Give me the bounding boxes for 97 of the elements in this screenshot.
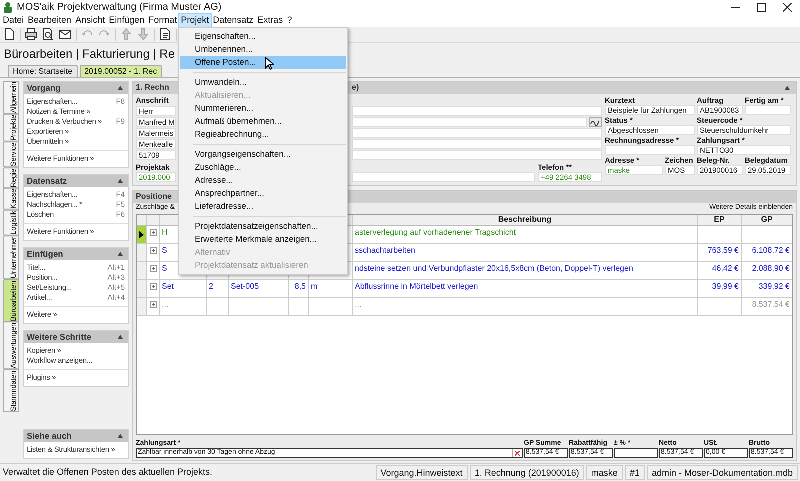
document-icon[interactable] <box>159 28 172 41</box>
menu-entry[interactable]: Ansprechpartner... <box>180 187 346 200</box>
expand-plus-icon[interactable] <box>150 229 156 236</box>
maximize-icon[interactable] <box>756 2 766 12</box>
table-cell: ... <box>355 300 362 309</box>
text-field[interactable] <box>352 117 587 127</box>
clear-icon[interactable] <box>515 450 520 456</box>
menu-item[interactable]: Einfügen <box>107 14 147 27</box>
section-title: Vorgang <box>27 82 61 94</box>
menu-item[interactable]: Format <box>146 14 180 27</box>
section-title: Weitere Schritte <box>27 330 92 344</box>
table-cell: 39,99 € <box>712 282 739 291</box>
table-cell: m <box>311 282 318 291</box>
menu-entry[interactable]: Projektdatensatzeigenschaften... <box>180 220 346 233</box>
text-field[interactable] <box>605 145 695 155</box>
text-field[interactable] <box>352 139 602 149</box>
menu-entry[interactable]: Regieabrechnung... <box>180 128 346 141</box>
table-cell: 2 <box>209 282 214 291</box>
signature-icon[interactable] <box>589 117 602 127</box>
status-pane: Vorgang.Hinweistext <box>376 465 468 480</box>
panel-title: 1. Rechn <box>136 82 170 94</box>
row-pointer-icon <box>139 230 144 238</box>
document-tab[interactable]: 2019.00052 - 1. Rec <box>80 65 162 77</box>
menu-entry[interactable]: Adresse... <box>180 174 346 187</box>
page-heading: Büroarbeiten | Fakturierung | Re <box>4 46 175 62</box>
menu-entry[interactable]: Aufmaß übernehmen... <box>180 115 346 128</box>
menu-entry[interactable]: Umwandeln... <box>180 76 346 89</box>
text-field[interactable] <box>352 106 602 116</box>
menu-item[interactable]: Datei <box>1 14 26 27</box>
expand-plus-icon[interactable] <box>150 283 156 290</box>
menu-entry[interactable]: Erweiterte Merkmale anzeigen... <box>180 233 346 246</box>
menu-entry[interactable]: Lieferadresse... <box>180 200 346 213</box>
text-field[interactable] <box>352 150 602 160</box>
menu-entry[interactable]: Vorgangseigenschaften... <box>180 148 346 161</box>
mouse-pointer-icon <box>265 57 274 70</box>
panel-title: Positione <box>136 191 172 203</box>
table-cell: Set <box>162 282 174 291</box>
section-title: Einfügen <box>27 248 64 260</box>
menu-entry[interactable]: Eigenschaften... <box>180 30 346 43</box>
menu-entry[interactable]: Nummerieren... <box>180 102 346 115</box>
envelope-icon[interactable] <box>59 28 72 41</box>
text-field[interactable] <box>352 172 535 182</box>
column-header[interactable]: GP <box>742 215 792 225</box>
menu-item[interactable]: ? <box>285 14 294 27</box>
table-cell: 46,42 € <box>712 264 739 273</box>
menu-item[interactable]: Projekt <box>179 14 212 27</box>
collapse-caret-icon[interactable] <box>118 86 123 90</box>
amount-field[interactable] <box>614 448 658 458</box>
menu-item[interactable]: Bearbeiten <box>26 14 74 27</box>
window-title: MOS'aik Projektverwaltung (Firma Muster AG) <box>17 0 222 14</box>
collapse-caret-icon[interactable] <box>118 179 123 183</box>
table-cell: H <box>162 228 168 237</box>
table-cell: Abflussrinne in Mörtelbett verlegen <box>355 282 478 291</box>
table-cell: Set-005 <box>231 282 260 291</box>
menu-item[interactable]: Ansicht <box>74 14 108 27</box>
table-cell: 763,59 € <box>708 246 739 255</box>
table-cell: 339,92 € <box>758 282 790 291</box>
expand-plus-icon[interactable] <box>150 301 156 308</box>
table-cell: S <box>162 246 168 255</box>
menu-entry[interactable]: Zuschläge... <box>180 161 346 174</box>
printer-icon[interactable] <box>25 28 38 41</box>
status-pane: admin - Moser-Dokumentation.mdb <box>646 465 798 480</box>
text-field[interactable] <box>352 128 602 138</box>
collapse-caret-icon <box>785 86 790 90</box>
table-cell: 8,5 <box>294 282 306 291</box>
menu-item[interactable]: Extras <box>256 14 286 27</box>
status-pane: 1. Rechnung (201900016) <box>470 465 584 480</box>
app-logo-icon <box>3 2 13 12</box>
collapse-caret-icon[interactable] <box>118 335 123 339</box>
table-cell: 6.108,72 € <box>752 246 790 255</box>
table-cell: 8.537,54 € <box>752 300 790 309</box>
expand-plus-icon[interactable] <box>150 247 156 254</box>
section-title: Siehe auch <box>27 430 72 442</box>
table-cell: asterverlegung auf vorhadenener Tragschicht <box>355 228 516 237</box>
row-indicator[interactable] <box>137 226 147 243</box>
menu-entry[interactable]: Umbenennen... <box>180 43 346 56</box>
section-title: Datensatz <box>27 174 68 188</box>
close-icon[interactable] <box>782 2 792 12</box>
table-cell: 2.088,90 € <box>752 264 790 273</box>
column-header[interactable]: Beschreibung <box>353 215 698 225</box>
menu-entry[interactable]: Offene Posten... <box>180 56 346 69</box>
table-cell: S <box>162 264 168 273</box>
panel-title: e) <box>352 82 360 94</box>
text-field[interactable] <box>745 105 791 115</box>
table-cell: sschachtarbeiten <box>355 246 416 255</box>
column-header[interactable]: EP <box>698 215 742 225</box>
status-message: Verwaltet die Offenen Posten des aktuellen Projekts. <box>2 466 214 479</box>
menu-item[interactable]: Datensatz <box>211 14 256 27</box>
status-pane: maske <box>586 465 623 480</box>
table-cell: ndsteine setzen und Verbundpflaster 20x16,5x8cm (Beton, Doppel-T) verlegen <box>355 264 634 273</box>
table-cell: ... <box>162 300 169 309</box>
expand-plus-icon[interactable] <box>150 265 156 272</box>
collapse-caret-icon[interactable] <box>118 252 123 256</box>
status-pane: #1 <box>624 465 645 480</box>
document-tab[interactable]: Home: Startseite <box>8 65 78 77</box>
print-preview-icon[interactable] <box>42 28 55 41</box>
collapse-caret-icon[interactable] <box>118 434 123 438</box>
